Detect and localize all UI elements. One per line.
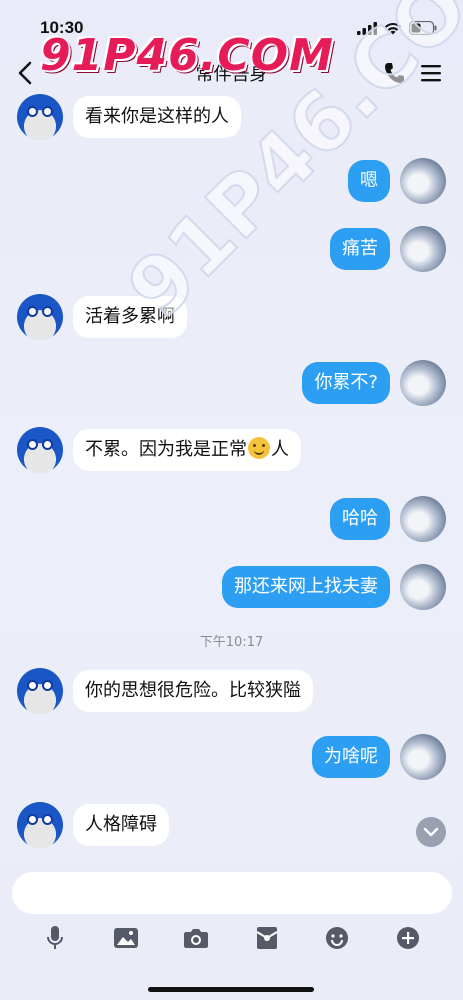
message-bubble[interactable]: 活着多累啊 — [73, 296, 187, 338]
red-packet-icon — [256, 927, 278, 949]
message-bubble[interactable]: 痛苦 — [330, 228, 390, 270]
message-timestamp: 下午10:17 — [199, 635, 264, 650]
message-bubble[interactable]: 嗯 — [348, 160, 390, 202]
message-text-part: 不累。因为我是正常 — [85, 439, 247, 460]
contact-avatar[interactable] — [17, 668, 63, 714]
chat-area[interactable]: 看来你是这样的人 嗯 痛苦 活着多累啊 你累不? 不累。因为我是正常 人 哈哈 那… — [0, 94, 463, 856]
message-bubble[interactable]: 哈哈 — [330, 498, 390, 540]
message-bubble[interactable]: 你的思想很危险。比较狭隘 — [73, 670, 313, 712]
smile-emoji-icon — [248, 437, 270, 459]
camera-button[interactable] — [182, 924, 210, 952]
signal-icon — [357, 21, 377, 35]
menu-icon[interactable] — [419, 61, 443, 85]
voice-button[interactable] — [41, 924, 69, 952]
message-outgoing: 那还来网上找夫妻 — [222, 564, 446, 610]
contact-avatar[interactable] — [17, 94, 63, 140]
message-text-part: 人 — [271, 439, 289, 460]
self-avatar[interactable] — [400, 496, 446, 542]
message-bubble[interactable]: 那还来网上找夫妻 — [222, 566, 390, 608]
status-icons — [357, 21, 437, 35]
chat-title: 常伴吾身 — [195, 64, 268, 85]
status-time: 10:30 — [40, 18, 84, 37]
back-arrow-icon[interactable] — [14, 60, 38, 86]
status-bar: 10:30 — [0, 0, 463, 48]
message-incoming: 你的思想很危险。比较狭隘 — [17, 668, 313, 714]
message-outgoing: 嗯 — [348, 158, 446, 204]
phone-icon[interactable] — [383, 61, 405, 85]
chevron-down-icon — [423, 827, 439, 837]
message-incoming: 看来你是这样的人 — [17, 94, 241, 140]
microphone-icon — [47, 926, 64, 949]
image-button[interactable] — [112, 924, 140, 952]
battery-icon — [409, 21, 437, 35]
message-incoming: 人格障碍 — [17, 802, 169, 848]
message-incoming: 不累。因为我是正常 人 — [17, 427, 301, 473]
camera-icon — [184, 929, 209, 948]
red-packet-button[interactable] — [253, 924, 281, 952]
contact-avatar[interactable] — [17, 294, 63, 340]
message-incoming: 活着多累啊 — [17, 294, 187, 340]
self-avatar[interactable] — [400, 734, 446, 780]
emoji-button[interactable] — [323, 924, 351, 952]
more-button[interactable] — [394, 924, 422, 952]
message-bubble[interactable]: 人格障碍 — [73, 804, 169, 846]
nav-bar: 常伴吾身 — [0, 48, 463, 98]
message-outgoing: 痛苦 — [330, 226, 446, 272]
input-toolbar — [0, 922, 463, 954]
image-icon — [113, 928, 138, 948]
message-outgoing: 哈哈 — [330, 496, 446, 542]
self-avatar[interactable] — [400, 158, 446, 204]
plus-icon — [396, 927, 419, 949]
contact-avatar[interactable] — [17, 427, 63, 473]
emoji-icon — [326, 927, 349, 949]
message-bubble[interactable]: 你累不? — [302, 362, 390, 404]
self-avatar[interactable] — [400, 360, 446, 406]
message-bubble[interactable]: 不累。因为我是正常 人 — [73, 429, 301, 471]
message-outgoing: 你累不? — [302, 360, 446, 406]
message-bubble[interactable]: 看来你是这样的人 — [73, 96, 241, 138]
self-avatar[interactable] — [400, 564, 446, 610]
scroll-to-bottom-button[interactable] — [416, 817, 446, 847]
message-input[interactable] — [12, 872, 452, 914]
contact-avatar[interactable] — [17, 802, 63, 848]
self-avatar[interactable] — [400, 226, 446, 272]
message-bubble[interactable]: 为啥呢 — [312, 736, 390, 778]
home-indicator[interactable] — [148, 987, 314, 992]
wifi-icon — [385, 22, 401, 34]
message-outgoing: 为啥呢 — [312, 734, 446, 780]
